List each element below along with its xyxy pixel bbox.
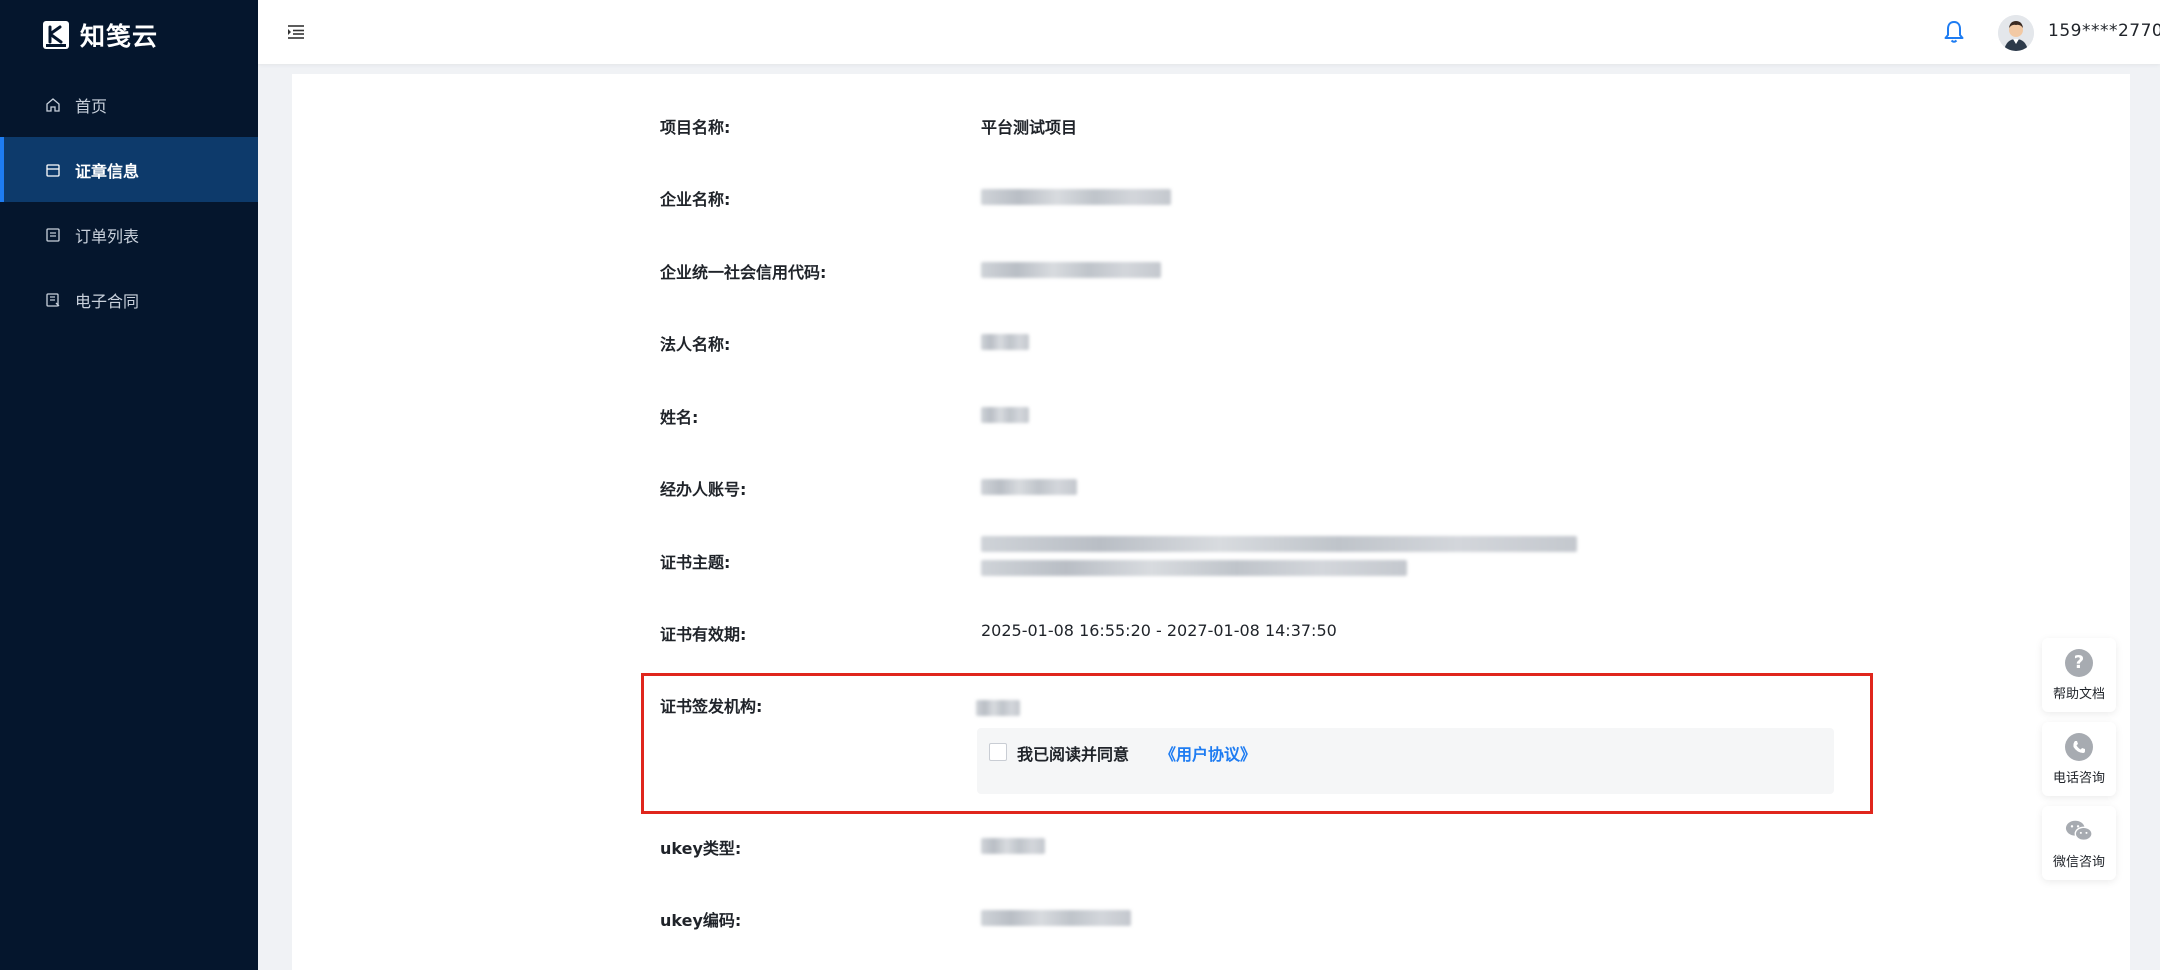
legal-person-label: 法人名称: [660,335,731,354]
name-label: 姓名: [660,408,699,427]
list-icon [44,226,62,244]
agree-text: 我已阅读并同意 [1017,745,1130,764]
app-name: 知笺云 [80,22,159,51]
credit-code-label: 企业统一社会信用代码: [660,263,827,282]
operator-account-label: 经办人账号: [660,480,747,499]
calendar-icon [44,161,62,179]
home-icon [44,96,62,114]
phone-consult-label: 电话咨询 [2052,770,2105,786]
sidebar-item-label: 电子合同 [75,291,140,311]
bell-icon[interactable] [1940,18,1968,46]
ukey-code-label: ukey编码: [660,911,742,930]
cert-validity-label: 证书有效期: [660,625,747,644]
cert-subject-label: 证书主题: [660,553,731,572]
sidebar-item-label: 订单列表 [75,226,140,246]
top-header: 159****2770 [258,0,2160,64]
sidebar-item-seal-info[interactable]: 证章信息 [0,137,258,202]
cert-subject-value-redacted [981,536,1577,576]
ukey-type-label: ukey类型: [660,839,742,858]
avatar[interactable] [1998,15,2034,51]
contract-icon [44,291,62,309]
seal-info-panel: 项目名称: 平台测试项目 企业名称: 企业统一社会信用代码: 法人名称: 姓名:… [292,74,2130,970]
legal-person-value-redacted [981,331,1029,350]
sidebar: 知笺云 首页 证章信息 订单列表 电子合同 [0,0,258,970]
operator-account-value-redacted [981,476,1077,495]
sidebar-item-home[interactable]: 首页 [0,72,258,137]
cert-validity-value: 2025-01-08 16:55:20 - 2027-01-08 14:37:5… [981,621,1337,640]
sidebar-item-label: 证章信息 [75,161,140,181]
sidebar-nav: 首页 证章信息 订单列表 电子合同 [0,72,258,332]
credit-code-value-redacted [981,259,1161,278]
menu-toggle-icon[interactable] [286,22,306,42]
wechat-consult-button[interactable]: 微信咨询 [2042,806,2116,880]
agreement-panel: 我已阅读并同意 《用户协议》 [977,728,1834,794]
phone-consult-button[interactable]: 电话咨询 [2042,722,2116,796]
company-name-value-redacted [981,186,1171,205]
user-agreement-link[interactable]: 《用户协议》 [1160,741,1256,765]
help-docs-button[interactable]: ? 帮助文档 [2042,638,2116,712]
project-name-value: 平台测试项目 [981,118,1078,137]
wechat-icon [2065,817,2093,845]
help-docs-label: 帮助文档 [2052,686,2105,702]
username[interactable]: 159****2770 [2048,21,2160,41]
ukey-code-value-redacted [981,907,1131,926]
app-logo[interactable]: 知笺云 [42,18,158,52]
company-name-label: 企业名称: [660,190,731,209]
agree-checkbox[interactable] [989,743,1007,761]
phone-icon [2065,732,2093,761]
help-icon: ? [2065,648,2093,677]
sidebar-item-contracts[interactable]: 电子合同 [0,267,258,332]
name-value-redacted [981,404,1029,423]
sidebar-item-orders[interactable]: 订单列表 [0,202,258,267]
ukey-type-value-redacted [981,835,1045,854]
wechat-consult-label: 微信咨询 [2052,854,2105,870]
project-name-label: 项目名称: [660,118,731,137]
logo-icon [43,21,69,49]
sidebar-item-label: 首页 [75,96,108,116]
